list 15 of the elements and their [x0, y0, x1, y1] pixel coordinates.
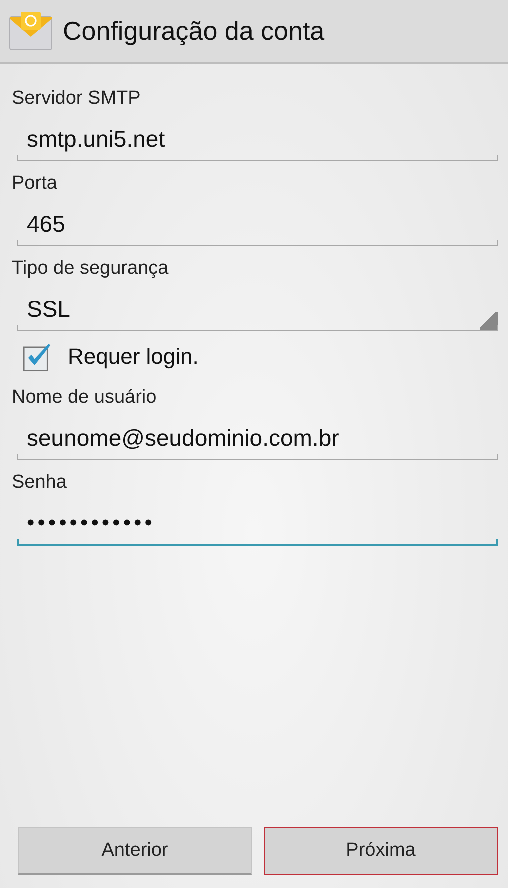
field-label: Senha — [12, 472, 67, 494]
checkbox-label: Requer login. — [68, 344, 199, 370]
input-field[interactable]: seunome@seudominio.com.br — [17, 417, 498, 460]
input-field[interactable]: 465 — [17, 203, 498, 246]
nav-button[interactable]: Próxima — [264, 827, 498, 875]
input-field[interactable]: smtp.uni5.net — [17, 118, 498, 161]
nav-button[interactable]: Anterior — [18, 827, 252, 875]
field-label: Tipo de segurança — [12, 258, 169, 280]
password-field[interactable]: •••••••••••• — [17, 502, 498, 546]
screen-title: Configuração da conta — [63, 16, 325, 46]
field-label: Porta — [12, 173, 58, 195]
field-label: Nome de usuário — [12, 387, 157, 409]
checkbox[interactable] — [22, 341, 54, 373]
field-label: Servidor SMTP — [12, 88, 141, 110]
envelope-icon — [9, 11, 53, 51]
